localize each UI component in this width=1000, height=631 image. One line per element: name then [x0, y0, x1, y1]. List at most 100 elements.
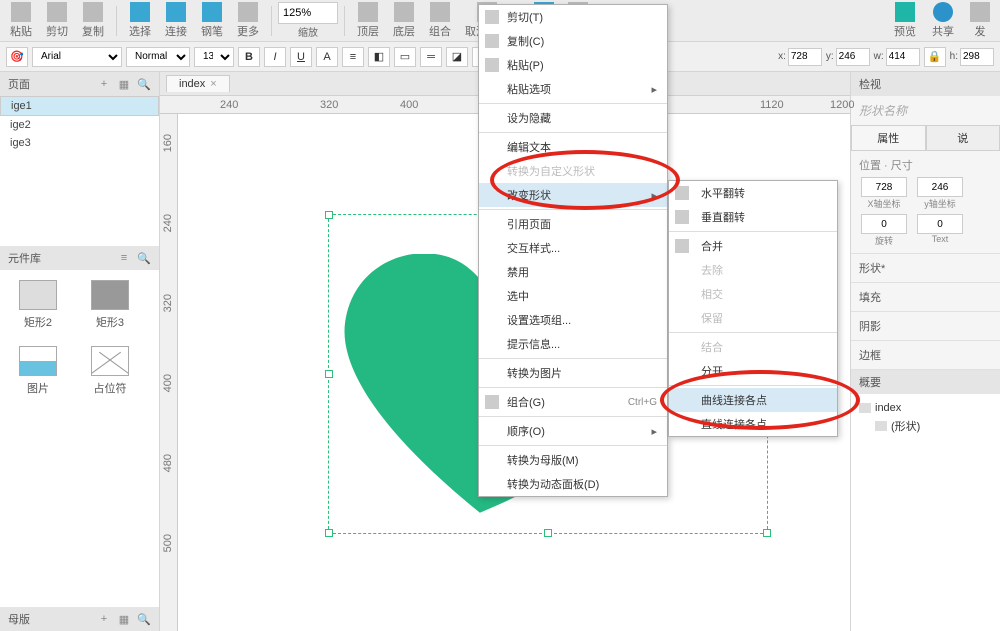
search-icon[interactable]: 🔍	[137, 251, 151, 265]
h-input[interactable]	[960, 48, 994, 66]
menu-item[interactable]: 粘贴选项▸	[479, 77, 667, 101]
menu-item[interactable]: 分开	[669, 359, 837, 383]
fill-color[interactable]: ◧	[368, 47, 390, 67]
menu-item[interactable]: 粘贴(P)	[479, 53, 667, 77]
page-item[interactable]: ige3	[0, 134, 159, 152]
page-item[interactable]: ige2	[0, 116, 159, 134]
bring-front[interactable]: 顶层	[351, 0, 385, 41]
w-input[interactable]	[886, 48, 920, 66]
menu-icon	[485, 395, 499, 409]
widget-library: 矩形2 矩形3 图片 占位符	[0, 270, 159, 406]
menu-item[interactable]: 剪切(T)	[479, 5, 667, 29]
tab-properties[interactable]: 属性	[851, 125, 926, 151]
bullets-button[interactable]: ≡	[342, 47, 364, 67]
menu-item[interactable]: 顺序(O)▸	[479, 419, 667, 443]
y-input[interactable]	[836, 48, 870, 66]
search-icon[interactable]: 🔍	[137, 612, 151, 626]
lock-icon[interactable]: 🔒	[924, 47, 946, 67]
italic-button[interactable]: I	[264, 47, 286, 67]
bold-button[interactable]: B	[238, 47, 260, 67]
menu-item[interactable]: 引用页面	[479, 212, 667, 236]
folder-icon[interactable]: ▦	[117, 77, 131, 91]
handle-se[interactable]	[763, 529, 771, 537]
publish-button[interactable]: 发	[964, 0, 996, 41]
close-icon[interactable]: ×	[210, 78, 216, 90]
pos-y-input[interactable]	[917, 177, 963, 197]
folder-icon[interactable]: ▦	[117, 612, 131, 626]
menu-item[interactable]: 曲线连接各点	[669, 388, 837, 412]
font-color[interactable]: A	[316, 47, 338, 67]
inspector-header: 检视	[851, 72, 1000, 96]
menu-item[interactable]: 转换为图片	[479, 361, 667, 385]
copy-button[interactable]: 复制	[76, 0, 110, 41]
pages-header: 页面 + ▦ 🔍	[0, 72, 159, 96]
group-btn[interactable]: 组合	[423, 0, 457, 41]
handle-s[interactable]	[544, 529, 552, 537]
menu-item[interactable]: 直线连接各点	[669, 412, 837, 436]
pos-x-input[interactable]	[861, 177, 907, 197]
menu-icon	[675, 210, 689, 224]
border-style[interactable]: ═	[420, 47, 442, 67]
menu-item[interactable]: 转换为动态面板(D)	[479, 472, 667, 496]
eyedrop-icon[interactable]: 🎯	[6, 47, 28, 67]
text-rotate-input[interactable]	[917, 214, 963, 234]
ruler-vertical: 160 240 320 400 480 500	[160, 114, 178, 631]
size-select[interactable]: 13	[194, 47, 234, 67]
menu-item[interactable]: 改变形状▸	[479, 183, 667, 207]
menu-item[interactable]: 组合(G)Ctrl+G	[479, 390, 667, 414]
lib-image[interactable]: 图片	[10, 346, 66, 396]
menu-item[interactable]: 垂直翻转	[669, 205, 837, 229]
menu-item[interactable]: 禁用	[479, 260, 667, 284]
cut-button[interactable]: 剪切	[40, 0, 74, 41]
outline-item[interactable]: (形状)	[859, 416, 992, 436]
shadow-inner[interactable]: ◪	[446, 47, 468, 67]
menu-item[interactable]: 选中	[479, 284, 667, 308]
select-tool[interactable]: 选择	[123, 0, 157, 41]
border-section[interactable]: 边框	[851, 341, 1000, 370]
send-back[interactable]: 底层	[387, 0, 421, 41]
menu-item[interactable]: 编辑文本	[479, 135, 667, 159]
outline-item[interactable]: index	[859, 400, 992, 416]
tab-notes[interactable]: 说	[926, 125, 1000, 151]
lib-header: 元件库 ≡ 🔍	[0, 246, 159, 270]
x-input[interactable]	[788, 48, 822, 66]
more-tools[interactable]: 更多	[231, 0, 265, 41]
lib-menu-icon[interactable]: ≡	[117, 251, 131, 265]
underline-button[interactable]: U	[290, 47, 312, 67]
menu-item[interactable]: 设置选项组...	[479, 308, 667, 332]
shape-name-input[interactable]: 形状名称	[851, 96, 1000, 125]
add-master-icon[interactable]: +	[97, 612, 111, 626]
menu-item[interactable]: 转换为母版(M)	[479, 448, 667, 472]
lib-rect2[interactable]: 矩形2	[10, 280, 66, 330]
preview-button[interactable]: 预览	[888, 0, 922, 41]
shape-section[interactable]: 形状*	[851, 254, 1000, 283]
menu-item[interactable]: 交互样式...	[479, 236, 667, 260]
weight-select[interactable]: Normal	[126, 47, 190, 67]
add-page-icon[interactable]: +	[97, 77, 111, 91]
paste-button[interactable]: 粘贴	[4, 0, 38, 41]
shadow-section[interactable]: 阴影	[851, 312, 1000, 341]
rotate-input[interactable]	[861, 214, 907, 234]
border-color[interactable]: ▭	[394, 47, 416, 67]
page-item[interactable]: ige1	[0, 96, 159, 116]
share-button[interactable]: 共享	[926, 0, 960, 41]
page-tab[interactable]: index×	[166, 75, 230, 92]
handle-sw[interactable]	[325, 529, 333, 537]
coord-x: x:	[778, 48, 822, 66]
menu-item[interactable]: 设为隐藏	[479, 106, 667, 130]
search-icon[interactable]: 🔍	[137, 77, 151, 91]
menu-item[interactable]: 水平翻转	[669, 181, 837, 205]
menu-item[interactable]: 合并	[669, 234, 837, 258]
handle-nw[interactable]	[325, 211, 333, 219]
zoom-select[interactable]	[278, 2, 338, 24]
fill-section[interactable]: 填充	[851, 283, 1000, 312]
connect-tool[interactable]: 连接	[159, 0, 193, 41]
outline-tree: index (形状)	[851, 394, 1000, 631]
pen-tool[interactable]: 钢笔	[195, 0, 229, 41]
handle-w[interactable]	[325, 370, 333, 378]
menu-item[interactable]: 提示信息...	[479, 332, 667, 356]
lib-placeholder[interactable]: 占位符	[82, 346, 138, 396]
font-select[interactable]: Arial	[32, 47, 122, 67]
lib-rect3[interactable]: 矩形3	[82, 280, 138, 330]
menu-item[interactable]: 复制(C)	[479, 29, 667, 53]
